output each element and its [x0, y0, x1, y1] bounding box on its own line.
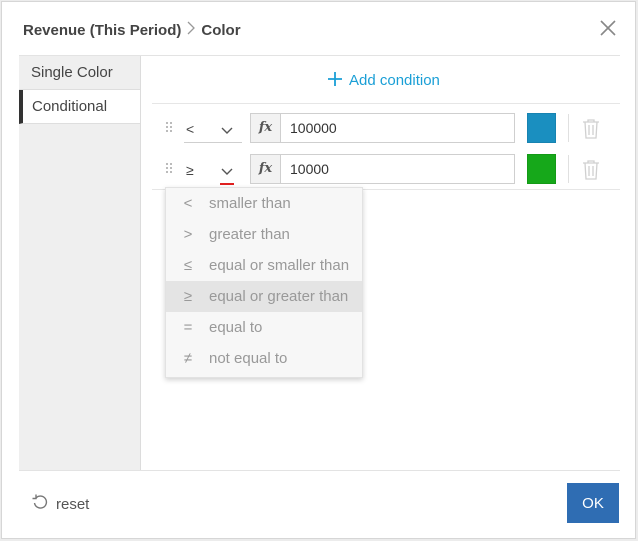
operator-symbol: < [183, 195, 193, 212]
color-swatch[interactable] [527, 154, 556, 184]
dropdown-option-equal-to[interactable]: = equal to [166, 312, 362, 343]
breadcrumb-parent: Revenue (This Period) [23, 22, 182, 39]
operator-label: equal to [209, 319, 263, 336]
dropdown-option-equal-or-smaller-than[interactable]: ≤ equal or smaller than [166, 250, 362, 281]
plus-icon [327, 71, 343, 89]
trash-icon[interactable] [582, 118, 600, 139]
operator-label: smaller than [209, 195, 291, 212]
divider [568, 155, 569, 183]
chevron-right-icon [187, 21, 196, 40]
dropdown-option-greater-than[interactable]: > greater than [166, 219, 362, 250]
operator-symbol: = [183, 319, 193, 336]
dropdown-option-not-equal-to[interactable]: ≠ not equal to [166, 343, 362, 374]
dialog-footer: reset OK [2, 472, 635, 538]
reset-label: reset [56, 495, 90, 513]
formula-button[interactable]: fx [251, 114, 281, 142]
operator-symbol: ≥ [183, 288, 193, 305]
breadcrumb-current: Color [201, 22, 241, 39]
condition-row: < fx [152, 113, 620, 145]
operator-select[interactable]: ≥ [184, 154, 242, 185]
operator-label: equal or smaller than [209, 257, 350, 274]
operator-active-indicator [220, 183, 234, 185]
operator-symbol: > [183, 226, 193, 243]
sidebar-item-single-color[interactable]: Single Color [19, 56, 140, 90]
chevron-down-icon [221, 122, 233, 134]
operator-symbol: ≠ [183, 350, 193, 367]
sidebar-item-label: Conditional [32, 98, 108, 115]
formula-button[interactable]: fx [251, 155, 281, 183]
dialog-header: Revenue (This Period) Color [2, 2, 635, 54]
operator-dropdown: < smaller than > greater than ≤ equal or… [165, 187, 363, 378]
operator-label: not equal to [209, 350, 288, 367]
condition-value-input[interactable] [281, 155, 514, 183]
reset-button[interactable]: reset [32, 494, 89, 514]
sidebar-item-conditional[interactable]: Conditional [19, 90, 140, 124]
dropdown-option-smaller-than[interactable]: < smaller than [166, 188, 362, 219]
divider [568, 114, 569, 142]
value-field: fx [250, 154, 515, 184]
divider [152, 103, 620, 104]
operator-symbol: ≤ [183, 257, 193, 274]
value-field: fx [250, 113, 515, 143]
add-condition-button[interactable]: Add condition [327, 71, 440, 89]
operator-label: greater than [209, 226, 290, 243]
sidebar: Single Color Conditional [19, 56, 141, 470]
operator-value: ≥ [186, 162, 194, 178]
sidebar-item-label: Single Color [31, 64, 113, 81]
undo-icon [32, 494, 48, 514]
trash-icon[interactable] [582, 159, 600, 180]
close-icon[interactable] [599, 19, 617, 37]
dropdown-option-equal-or-greater-than[interactable]: ≥ equal or greater than [166, 281, 362, 312]
condition-value-input[interactable] [281, 114, 514, 142]
color-swatch[interactable] [527, 113, 556, 143]
operator-select[interactable]: < [184, 113, 242, 143]
drag-handle-icon[interactable] [166, 163, 174, 177]
drag-handle-icon[interactable] [166, 122, 174, 136]
breadcrumb: Revenue (This Period) Color [23, 21, 241, 40]
color-dialog: Revenue (This Period) Color Single Color… [1, 1, 636, 539]
ok-button[interactable]: OK [567, 483, 619, 523]
operator-label: equal or greater than [209, 288, 349, 305]
chevron-down-icon [221, 163, 233, 175]
condition-row: ≥ fx [152, 154, 620, 186]
add-condition-label: Add condition [349, 71, 440, 89]
operator-value: < [186, 121, 195, 137]
